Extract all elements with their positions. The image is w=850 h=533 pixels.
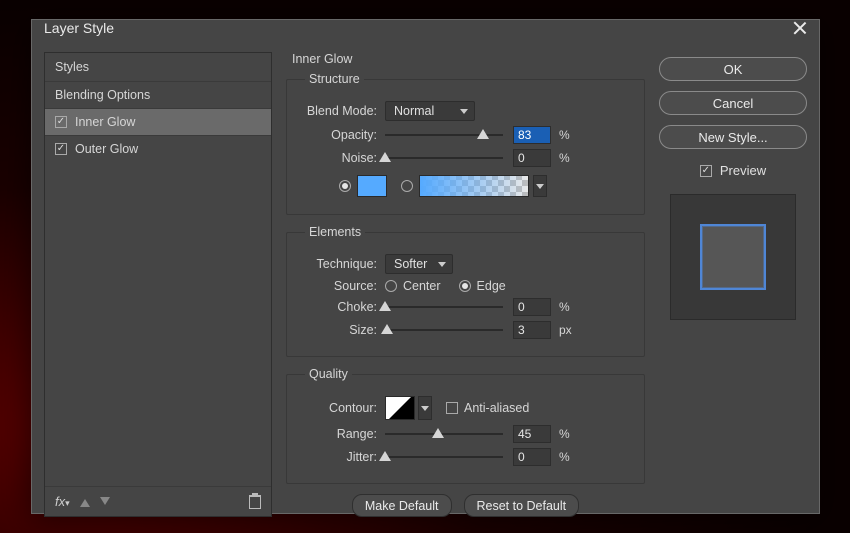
- chevron-down-icon: [421, 406, 429, 411]
- preview-thumbnail: [670, 194, 796, 320]
- choke-input[interactable]: 0: [513, 298, 551, 316]
- noise-slider[interactable]: [385, 151, 503, 165]
- styles-list-panel: Styles Blending Options Inner Glow Outer…: [44, 52, 272, 517]
- color-swatch[interactable]: [357, 175, 387, 197]
- ok-button[interactable]: OK: [659, 57, 807, 81]
- cancel-button[interactable]: Cancel: [659, 91, 807, 115]
- noise-input[interactable]: 0: [513, 149, 551, 167]
- color-gradient-radio[interactable]: [401, 180, 413, 192]
- dialog-title: Layer Style: [44, 20, 114, 36]
- opacity-slider[interactable]: [385, 128, 503, 142]
- source-center-label: Center: [403, 279, 441, 293]
- range-slider[interactable]: [385, 427, 503, 441]
- source-edge-radio[interactable]: [459, 280, 471, 292]
- structure-legend: Structure: [305, 72, 364, 86]
- style-item-label: Inner Glow: [75, 115, 135, 129]
- size-slider[interactable]: [385, 323, 503, 337]
- make-default-button[interactable]: Make Default: [352, 494, 452, 517]
- choke-unit: %: [559, 300, 577, 314]
- blending-options-row[interactable]: Blending Options: [45, 81, 271, 108]
- opacity-input[interactable]: 83: [513, 126, 551, 144]
- source-center-radio[interactable]: [385, 280, 397, 292]
- contour-label: Contour:: [299, 401, 385, 415]
- settings-panel: Inner Glow Structure Blend Mode: Normal …: [286, 52, 645, 517]
- size-unit: px: [559, 323, 577, 337]
- chevron-down-icon: [438, 262, 446, 267]
- jitter-label: Jitter:: [299, 450, 385, 464]
- opacity-label: Opacity:: [299, 128, 385, 142]
- contour-swatch[interactable]: [385, 396, 415, 420]
- style-item-inner-glow[interactable]: Inner Glow: [45, 108, 271, 135]
- new-style-button[interactable]: New Style...: [659, 125, 807, 149]
- source-label: Source:: [299, 279, 385, 293]
- trash-icon[interactable]: [249, 495, 261, 509]
- chevron-down-icon: [460, 109, 468, 114]
- blend-mode-select[interactable]: Normal: [385, 101, 475, 121]
- range-label: Range:: [299, 427, 385, 441]
- anti-aliased-label: Anti-aliased: [464, 401, 529, 415]
- elements-group: Elements Technique: Softer Source: Cente…: [286, 225, 645, 357]
- preview-inner: [700, 224, 766, 290]
- quality-group: Quality Contour: Anti-aliased Range: 45 …: [286, 367, 645, 484]
- technique-select[interactable]: Softer: [385, 254, 453, 274]
- opacity-unit: %: [559, 128, 577, 142]
- noise-unit: %: [559, 151, 577, 165]
- style-item-label: Outer Glow: [75, 142, 138, 156]
- checkbox-icon[interactable]: [55, 116, 67, 128]
- structure-group: Structure Blend Mode: Normal Opacity: 83…: [286, 72, 645, 215]
- range-unit: %: [559, 427, 577, 441]
- noise-label: Noise:: [299, 151, 385, 165]
- quality-legend: Quality: [305, 367, 352, 381]
- dialog-buttons-panel: OK Cancel New Style... Preview: [659, 52, 807, 517]
- reset-default-button[interactable]: Reset to Default: [464, 494, 580, 517]
- styles-list-footer: fx▾: [45, 486, 271, 516]
- blend-mode-label: Blend Mode:: [299, 104, 385, 118]
- fx-icon[interactable]: fx▾: [55, 494, 70, 509]
- titlebar: Layer Style: [32, 20, 819, 36]
- jitter-input[interactable]: 0: [513, 448, 551, 466]
- gradient-dropdown[interactable]: [533, 175, 547, 197]
- choke-slider[interactable]: [385, 300, 503, 314]
- move-up-icon[interactable]: [80, 497, 90, 507]
- anti-aliased-checkbox[interactable]: [446, 402, 458, 414]
- styles-header[interactable]: Styles: [45, 53, 271, 81]
- jitter-unit: %: [559, 450, 577, 464]
- style-item-outer-glow[interactable]: Outer Glow: [45, 135, 271, 162]
- size-input[interactable]: 3: [513, 321, 551, 339]
- close-icon[interactable]: [793, 21, 807, 35]
- jitter-slider[interactable]: [385, 450, 503, 464]
- preview-checkbox[interactable]: [700, 165, 712, 177]
- blending-options-label: Blending Options: [55, 88, 150, 102]
- size-label: Size:: [299, 323, 385, 337]
- choke-label: Choke:: [299, 300, 385, 314]
- preview-label: Preview: [720, 163, 766, 178]
- color-solid-radio[interactable]: [339, 180, 351, 192]
- move-down-icon[interactable]: [100, 497, 110, 507]
- panel-title: Inner Glow: [292, 52, 645, 66]
- gradient-swatch[interactable]: [419, 175, 529, 197]
- range-input[interactable]: 45: [513, 425, 551, 443]
- source-edge-label: Edge: [477, 279, 506, 293]
- contour-dropdown[interactable]: [418, 396, 432, 420]
- technique-label: Technique:: [299, 257, 385, 271]
- chevron-down-icon: [536, 184, 544, 189]
- elements-legend: Elements: [305, 225, 365, 239]
- layer-style-dialog: Layer Style Styles Blending Options Inne…: [31, 19, 820, 514]
- checkbox-icon[interactable]: [55, 143, 67, 155]
